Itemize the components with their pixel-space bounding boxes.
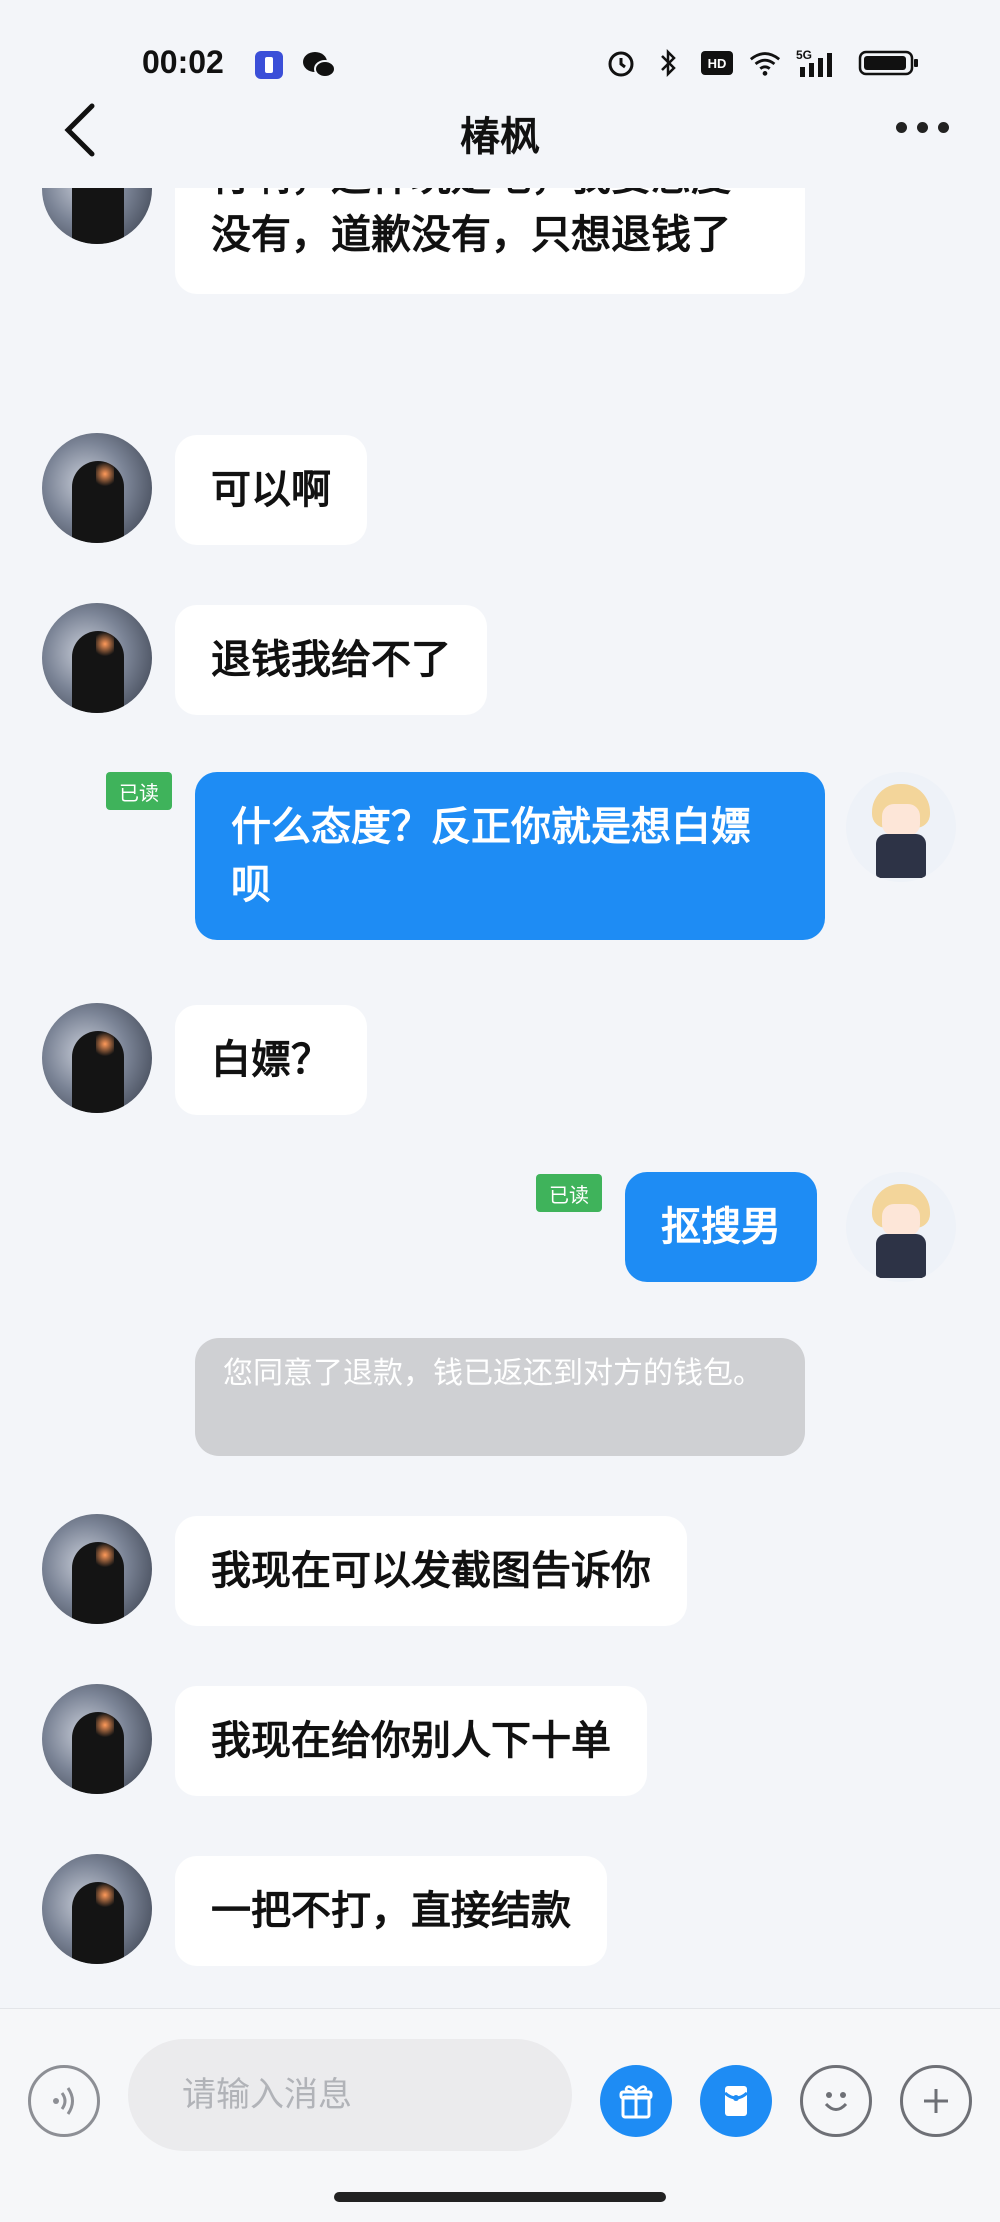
status-bar: 00:02 HD 5G [0,0,1000,100]
red-packet-icon [723,2086,749,2116]
contact-avatar[interactable] [42,1684,152,1794]
more-dot [937,121,949,133]
read-receipt-badge: 已读 [536,1174,602,1212]
hd-label: HD [708,56,727,71]
voice-input-button[interactable] [28,2065,100,2137]
message-bubble-sent[interactable]: 什么态度？反正你就是想白嫖呗 [195,772,825,940]
input-bar [0,2008,1000,2222]
status-time: 00:02 [142,44,224,80]
more-dots-icon [895,121,907,133]
chat-header: 椿枫 [0,100,1000,188]
message-bubble-received[interactable]: 行啊，这样玩是吧，我要态度没有，道歉没有，只想退钱了 [175,188,805,294]
hd-icon: HD [700,46,734,80]
chat-title: 椿枫 [460,114,540,160]
flashlight-icon [252,48,286,82]
more-dot [916,121,928,133]
message-input[interactable] [128,2039,572,2151]
contact-avatar[interactable] [42,603,152,713]
message-bubble-received[interactable]: 可以啊 [175,435,367,545]
emoji-button[interactable] [800,2065,872,2137]
message-bubble-received[interactable]: 退钱我给不了 [175,605,487,715]
alarm-icon [604,46,638,80]
system-notice: 您同意了退款，钱已返还到对方的钱包。 [195,1338,805,1456]
message-bubble-received[interactable]: 一把不打，直接结款 [175,1856,607,1966]
bluetooth-icon [652,46,686,80]
message-bubble-received[interactable]: 白嫖？ [175,1005,367,1115]
read-receipt-badge: 已读 [106,772,172,810]
my-avatar[interactable] [846,1172,956,1282]
home-indicator[interactable] [334,2192,666,2202]
more-actions-button[interactable] [900,2065,972,2137]
contact-avatar[interactable] [42,188,152,244]
voice-icon [53,2087,74,2115]
more-options-button[interactable] [882,112,962,142]
message-bubble-received[interactable]: 我现在可以发截图告诉你 [175,1516,687,1626]
network-label: 5G [796,48,812,62]
message-bubble-sent[interactable]: 抠搜男 [625,1172,817,1282]
chat-message-list[interactable]: 行啊，这样玩是吧，我要态度没有，道歉没有，只想退钱了 可以啊 退钱我给不了 已读… [0,188,1000,2008]
contact-avatar[interactable] [42,433,152,543]
gift-icon [619,2085,653,2119]
contact-avatar[interactable] [42,1514,152,1624]
contact-avatar[interactable] [42,1003,152,1113]
signal-5g-icon: 5G [796,46,844,80]
battery-icon [858,46,920,80]
my-avatar[interactable] [846,772,956,882]
gift-button[interactable] [600,2065,672,2137]
plus-icon [924,2089,948,2113]
contact-avatar[interactable] [42,1854,152,1964]
message-bubble-received[interactable]: 我现在给你别人下十单 [175,1686,647,1796]
smiley-icon [824,2092,848,2111]
wifi-icon [748,46,782,80]
red-packet-button[interactable] [700,2065,772,2137]
wechat-icon [302,48,336,82]
